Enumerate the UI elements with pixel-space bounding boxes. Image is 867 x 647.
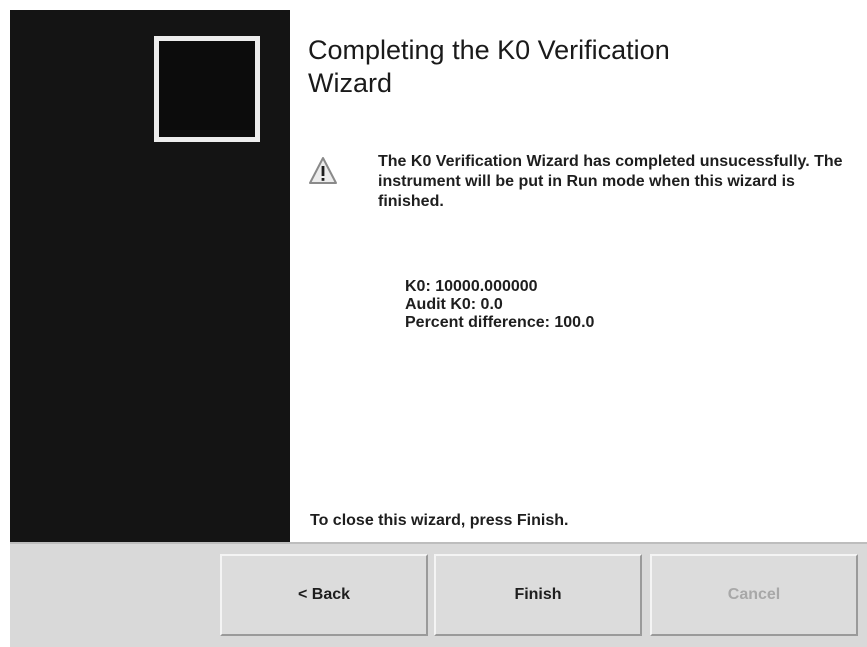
results-block: K0: 10000.000000 Audit K0: 0.0 Percent d… [405,278,594,332]
status-message: The K0 Verification Wizard has completed… [378,153,843,210]
close-instruction: To close this wizard, press Finish. [310,512,569,529]
cancel-button[interactable]: Cancel [650,554,858,636]
wizard-logo-box [154,36,260,142]
finish-button[interactable]: Finish [434,554,642,636]
warning-icon [309,157,337,184]
wizard-side-panel [10,10,290,542]
back-button[interactable]: < Back [220,554,428,636]
page-title: Completing the K0 Verification Wizard [308,35,670,98]
k0-value: K0: 10000.000000 [405,278,538,295]
audit-k0-value: Audit K0: 0.0 [405,296,503,313]
button-bar: < Back Finish Cancel [10,542,867,647]
percent-difference-value: Percent difference: 100.0 [405,314,595,331]
wizard-content: Completing the K0 Verification Wizard Th… [290,10,867,542]
